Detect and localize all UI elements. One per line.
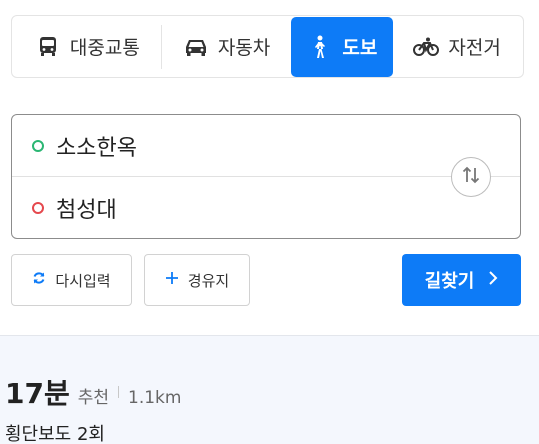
separator bbox=[118, 386, 120, 398]
destination-field[interactable]: 첨성대 bbox=[12, 177, 442, 239]
tab-walk[interactable]: 도보 bbox=[291, 16, 394, 77]
bus-icon bbox=[35, 34, 61, 60]
tab-car[interactable]: 자동차 bbox=[162, 17, 292, 76]
directions-panel: 대중교통 자동차 도보 자전거 소소한옥 첨성대 다시입력 경유지 길찾기 17… bbox=[0, 0, 539, 444]
route-result-header: 17분 추천 1.1km bbox=[5, 372, 181, 412]
swap-arrows-icon bbox=[460, 164, 482, 190]
waypoint-button-label: 경유지 bbox=[187, 271, 230, 290]
car-icon bbox=[183, 34, 209, 60]
reset-button[interactable]: 다시입력 bbox=[11, 254, 132, 306]
plus-icon bbox=[165, 271, 179, 289]
add-waypoint-button[interactable]: 경유지 bbox=[144, 254, 250, 306]
route-result-card[interactable]: 17분 추천 1.1km 횡단보도 2회 bbox=[0, 335, 539, 444]
origin-marker-icon bbox=[32, 140, 44, 152]
route-summary: 횡단보도 2회 bbox=[5, 424, 105, 444]
route-distance: 1.1km bbox=[128, 388, 182, 408]
destination-marker-icon bbox=[32, 202, 44, 214]
chevron-right-icon bbox=[488, 270, 498, 291]
tab-transit-label: 대중교통 bbox=[69, 37, 140, 59]
origin-field[interactable]: 소소한옥 bbox=[12, 115, 442, 177]
destination-value: 첨성대 bbox=[56, 198, 117, 223]
tab-car-label: 자동차 bbox=[217, 37, 271, 59]
swap-route-button[interactable] bbox=[451, 157, 491, 197]
reset-button-label: 다시입력 bbox=[55, 271, 111, 290]
find-route-button-label: 길찾기 bbox=[424, 271, 475, 292]
find-route-button[interactable]: 길찾기 bbox=[402, 254, 521, 306]
tab-bike-label: 자전거 bbox=[448, 37, 501, 59]
recommended-badge: 추천 bbox=[77, 388, 110, 408]
tab-transit[interactable]: 대중교통 bbox=[14, 24, 162, 69]
refresh-icon bbox=[32, 271, 46, 289]
route-input-box: 소소한옥 첨성대 bbox=[11, 114, 521, 239]
bicycle-icon bbox=[413, 34, 440, 60]
origin-value: 소소한옥 bbox=[56, 136, 137, 161]
walking-person-icon bbox=[307, 34, 333, 60]
tab-bike[interactable]: 자전거 bbox=[393, 17, 521, 76]
tab-walk-label: 도보 bbox=[342, 37, 378, 59]
route-duration: 17분 bbox=[5, 377, 70, 410]
transport-mode-tabs: 대중교통 자동차 도보 자전거 bbox=[11, 15, 524, 78]
